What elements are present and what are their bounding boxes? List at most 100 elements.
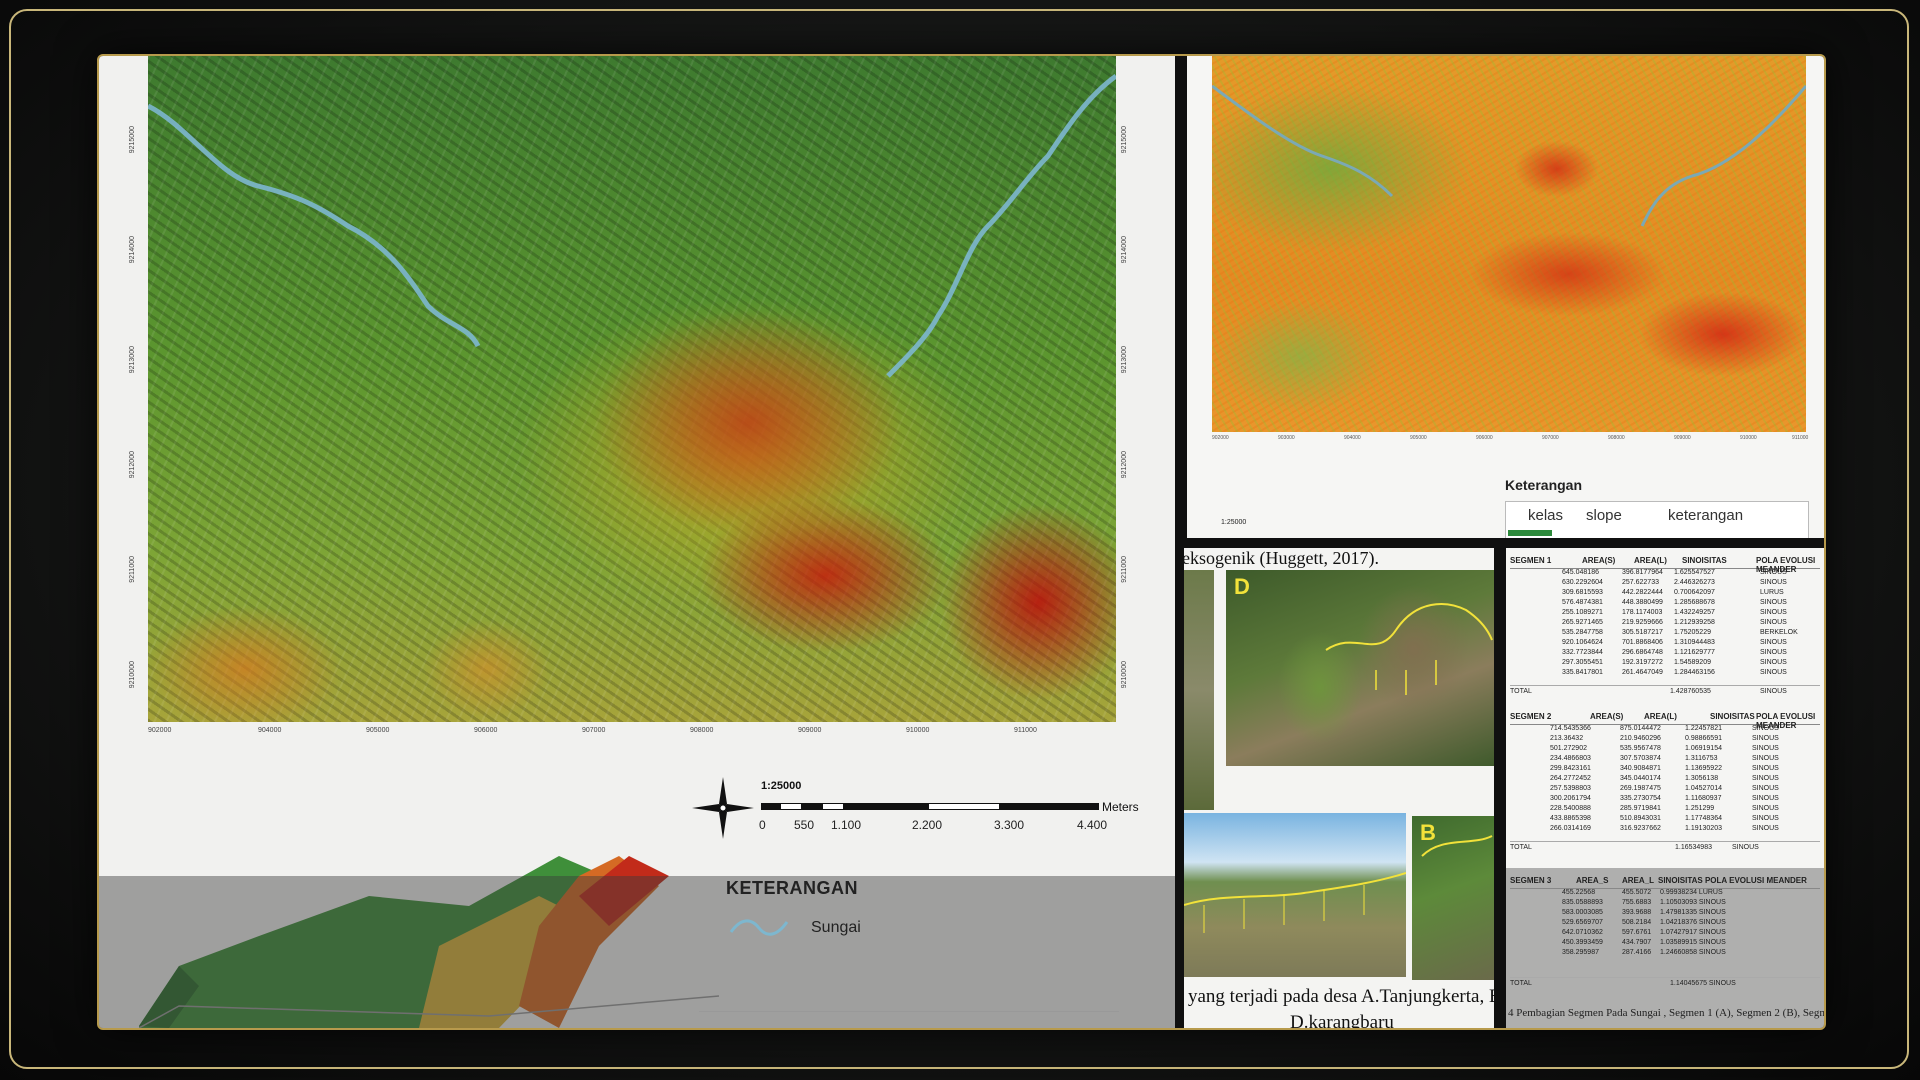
x-tick: 907000 bbox=[582, 727, 606, 734]
slope-map-x-axis: 902000 903000 904000 905000 906000 90700… bbox=[1212, 435, 1808, 445]
table-row: 300.2061794 335.2730754 1.11680937 SINOUS bbox=[1510, 795, 1820, 805]
table-row: 455.22568 455.5072 0.99938234 LURUS bbox=[1510, 889, 1820, 899]
scale-number: 3.300 bbox=[994, 818, 1025, 832]
table-cell: 1.17748364 bbox=[1685, 815, 1722, 822]
table-cell: 1.22457821 bbox=[1685, 725, 1722, 732]
table-cell: 442.2822444 bbox=[1622, 589, 1663, 596]
table-total-row: TOTAL 1.14045675 SINOUS bbox=[1510, 977, 1820, 990]
table-cell: SINOUS bbox=[1752, 765, 1779, 772]
table-cell: 434.7907 bbox=[1622, 939, 1652, 946]
total-class: SINOUS bbox=[1732, 844, 1759, 851]
table-header: SEGMEN 3 bbox=[1510, 876, 1552, 885]
table-cell: 576.4874381 bbox=[1562, 599, 1603, 606]
photo-label-b: B bbox=[1420, 820, 1436, 845]
table-row: 309.6815593 442.2822444 0.700642097 LURUS bbox=[1510, 589, 1820, 599]
table-cell: 1.03589915 SINOUS bbox=[1660, 939, 1726, 946]
table-cell: 192.3197272 bbox=[1622, 659, 1663, 666]
table-cell: 835.0588893 bbox=[1562, 899, 1603, 906]
table-row: 255.1089271 178.1174003 1.432249257 SINOUS bbox=[1510, 609, 1820, 619]
slope-map[interactable] bbox=[1211, 56, 1808, 432]
elevation-map[interactable] bbox=[148, 56, 1116, 722]
table-cell: 1.284463156 bbox=[1674, 669, 1715, 676]
table-cell: 1.54589209 bbox=[1674, 659, 1711, 666]
table-header: SEGMEN 1 bbox=[1510, 556, 1552, 565]
table-header-row: SEGMEN 3 AREA_S AREA_L SINOISITAS POLA E… bbox=[1510, 874, 1820, 889]
table-row: 529.6569707 508.2184 1.04218376 SINOUS bbox=[1510, 919, 1820, 929]
table-cell: 1.47981335 SINOUS bbox=[1660, 909, 1726, 916]
photo-a[interactable] bbox=[1184, 813, 1406, 977]
table-row: 234.4866803 307.5703874 1.3116753 SINOUS bbox=[1510, 755, 1820, 765]
table-row: 920.1064624 701.8868406 1.310944483 SINOUS bbox=[1510, 639, 1820, 649]
table-cell: SINOUS bbox=[1760, 609, 1787, 616]
table-cell: 299.8423161 bbox=[1550, 765, 1591, 772]
table-header: SINOISITAS POLA EVOLUSI MEANDER bbox=[1658, 876, 1807, 885]
y-tick: 9213000 bbox=[1121, 346, 1128, 374]
table-cell: 920.1064624 bbox=[1562, 639, 1603, 646]
legend-title: KETERANGAN bbox=[726, 878, 859, 898]
table-cell: SINOUS bbox=[1752, 775, 1779, 782]
table-row: 583.0003085 393.9688 1.47981335 SINOUS bbox=[1510, 909, 1820, 919]
table-row: 213.36432 210.9460296 0.98866591 SINOUS bbox=[1510, 735, 1820, 745]
left-map-x-axis: 902000 904000 905000 906000 907000 90800… bbox=[148, 727, 1116, 739]
table-cell: 529.6569707 bbox=[1562, 919, 1603, 926]
y-tick: 9210000 bbox=[129, 661, 136, 689]
table-cell: 583.0003085 bbox=[1562, 909, 1603, 916]
table-cell: 1.121629777 bbox=[1674, 649, 1715, 656]
table-cell: 1.07427917 SINOUS bbox=[1660, 929, 1726, 936]
scale-bar: 1:25000 Meters 0 550 1.100 2.200 3.300 4… bbox=[759, 780, 1139, 840]
table-cell: 1.285688678 bbox=[1674, 599, 1715, 606]
table-cell: 535.9567478 bbox=[1620, 745, 1661, 752]
table-row: 714.5435366 875.0144472 1.22457821 SINOUS bbox=[1510, 725, 1820, 735]
photo-d[interactable]: D bbox=[1226, 570, 1494, 766]
table-cell: 455.5072 bbox=[1622, 889, 1652, 896]
x-tick: 906000 bbox=[1476, 435, 1493, 441]
table-cell: SINOUS bbox=[1752, 735, 1779, 742]
table-cell: 269.1987475 bbox=[1620, 785, 1661, 792]
table-cell: 630.2292604 bbox=[1562, 579, 1603, 586]
segment-2-table: SEGMEN 2 AREA(S) AREA(L) SINOISITAS POLA… bbox=[1510, 710, 1820, 854]
table-row: 576.4874381 448.3880499 1.285688678 SINOUS bbox=[1510, 599, 1820, 609]
table-header: AREA_L bbox=[1622, 876, 1655, 885]
photo-b[interactable]: B bbox=[1412, 816, 1494, 980]
table-cell: 1.24660858 SINOUS bbox=[1660, 949, 1726, 956]
x-tick: 902000 bbox=[148, 727, 172, 734]
table-cell: 316.9237662 bbox=[1620, 825, 1661, 832]
citation-text: eksogenik (Huggett, 2017). bbox=[1184, 548, 1379, 568]
segment-3-table: SEGMEN 3 AREA_S AREA_L SINOISITAS POLA E… bbox=[1510, 874, 1820, 990]
slope-legend-table: kelas slope keterangan bbox=[1505, 501, 1809, 538]
table-cell: BERKELOK bbox=[1760, 629, 1798, 636]
scale-number: 2.200 bbox=[912, 818, 943, 832]
table-cell: 0.98866591 bbox=[1685, 735, 1722, 742]
x-tick: 905000 bbox=[1410, 435, 1427, 441]
table-row: 332.7723844 296.6864748 1.121629777 SINOUS bbox=[1510, 649, 1820, 659]
table-cell: 1.06919154 bbox=[1685, 745, 1722, 752]
x-tick: 911000 bbox=[1014, 727, 1037, 734]
table-cell: SINOUS bbox=[1752, 745, 1779, 752]
table-row: 535.2847758 305.5187217 1.75205229 BERKELOK bbox=[1510, 629, 1820, 639]
table-cell: 332.7723844 bbox=[1562, 649, 1603, 656]
scale-ratio: 1:25000 bbox=[761, 780, 802, 792]
table-cell: 645.048186 bbox=[1562, 569, 1599, 576]
table-caption: 4 Pembagian Segmen Pada Sungai , Segmen … bbox=[1508, 1007, 1824, 1019]
table-cell: 297.3055451 bbox=[1562, 659, 1603, 666]
table-row: 228.5400888 285.9719841 1.251299 SINOUS bbox=[1510, 805, 1820, 815]
table-cell: 2.446326273 bbox=[1674, 579, 1715, 586]
photo-partial bbox=[1184, 570, 1214, 810]
x-tick: 905000 bbox=[366, 727, 390, 734]
table-header: SEGMEN 2 bbox=[1510, 712, 1552, 721]
table-total-row: TOTAL 1.16534983 SINOUS bbox=[1510, 841, 1820, 854]
y-tick: 9211000 bbox=[129, 556, 136, 583]
table-cell: SINOUS bbox=[1752, 785, 1779, 792]
scale-units: Meters bbox=[1102, 800, 1139, 814]
table-header-row: SEGMEN 1 AREA(S) AREA(L) SINOISITAS POLA… bbox=[1510, 554, 1820, 574]
photo-caption: yang terjadi pada desa A.Tanjungkerta, B bbox=[1188, 986, 1494, 1007]
table-cell: 255.1089271 bbox=[1562, 609, 1603, 616]
slope-legend-title: Keterangan bbox=[1505, 477, 1583, 493]
landslide-outline bbox=[1184, 872, 1406, 933]
table-header: SINOISITAS bbox=[1682, 556, 1727, 565]
table-cell: 178.1174003 bbox=[1622, 609, 1663, 616]
x-tick: 907000 bbox=[1542, 435, 1559, 441]
x-tick: 909000 bbox=[1674, 435, 1691, 441]
table-cell: 1.310944483 bbox=[1674, 639, 1715, 646]
table-cell: 597.6761 bbox=[1622, 929, 1652, 936]
